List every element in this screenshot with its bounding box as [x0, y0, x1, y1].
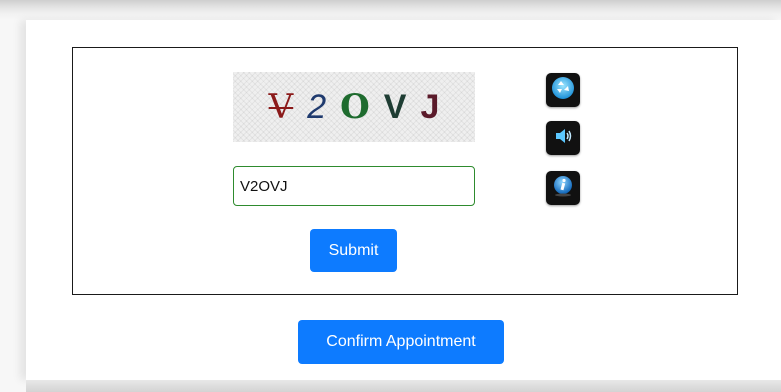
captcha-image: V 2 O V J [233, 72, 475, 142]
captcha-char: O [340, 87, 370, 127]
refresh-icon [551, 76, 575, 105]
captcha-char: J [420, 88, 440, 126]
info-icon [551, 174, 575, 203]
captcha-char: 2 [307, 88, 327, 126]
submit-button[interactable]: Submit [310, 229, 397, 272]
speaker-icon [552, 125, 574, 152]
audio-captcha-button[interactable] [546, 121, 580, 155]
info-button[interactable] [546, 171, 580, 205]
captcha-char: V [268, 87, 294, 127]
captcha-input[interactable] [233, 166, 475, 206]
confirm-appointment-button[interactable]: Confirm Appointment [298, 320, 504, 364]
refresh-captcha-button[interactable] [546, 73, 580, 107]
captcha-char: V [383, 88, 407, 126]
panel-shadow [26, 380, 781, 392]
